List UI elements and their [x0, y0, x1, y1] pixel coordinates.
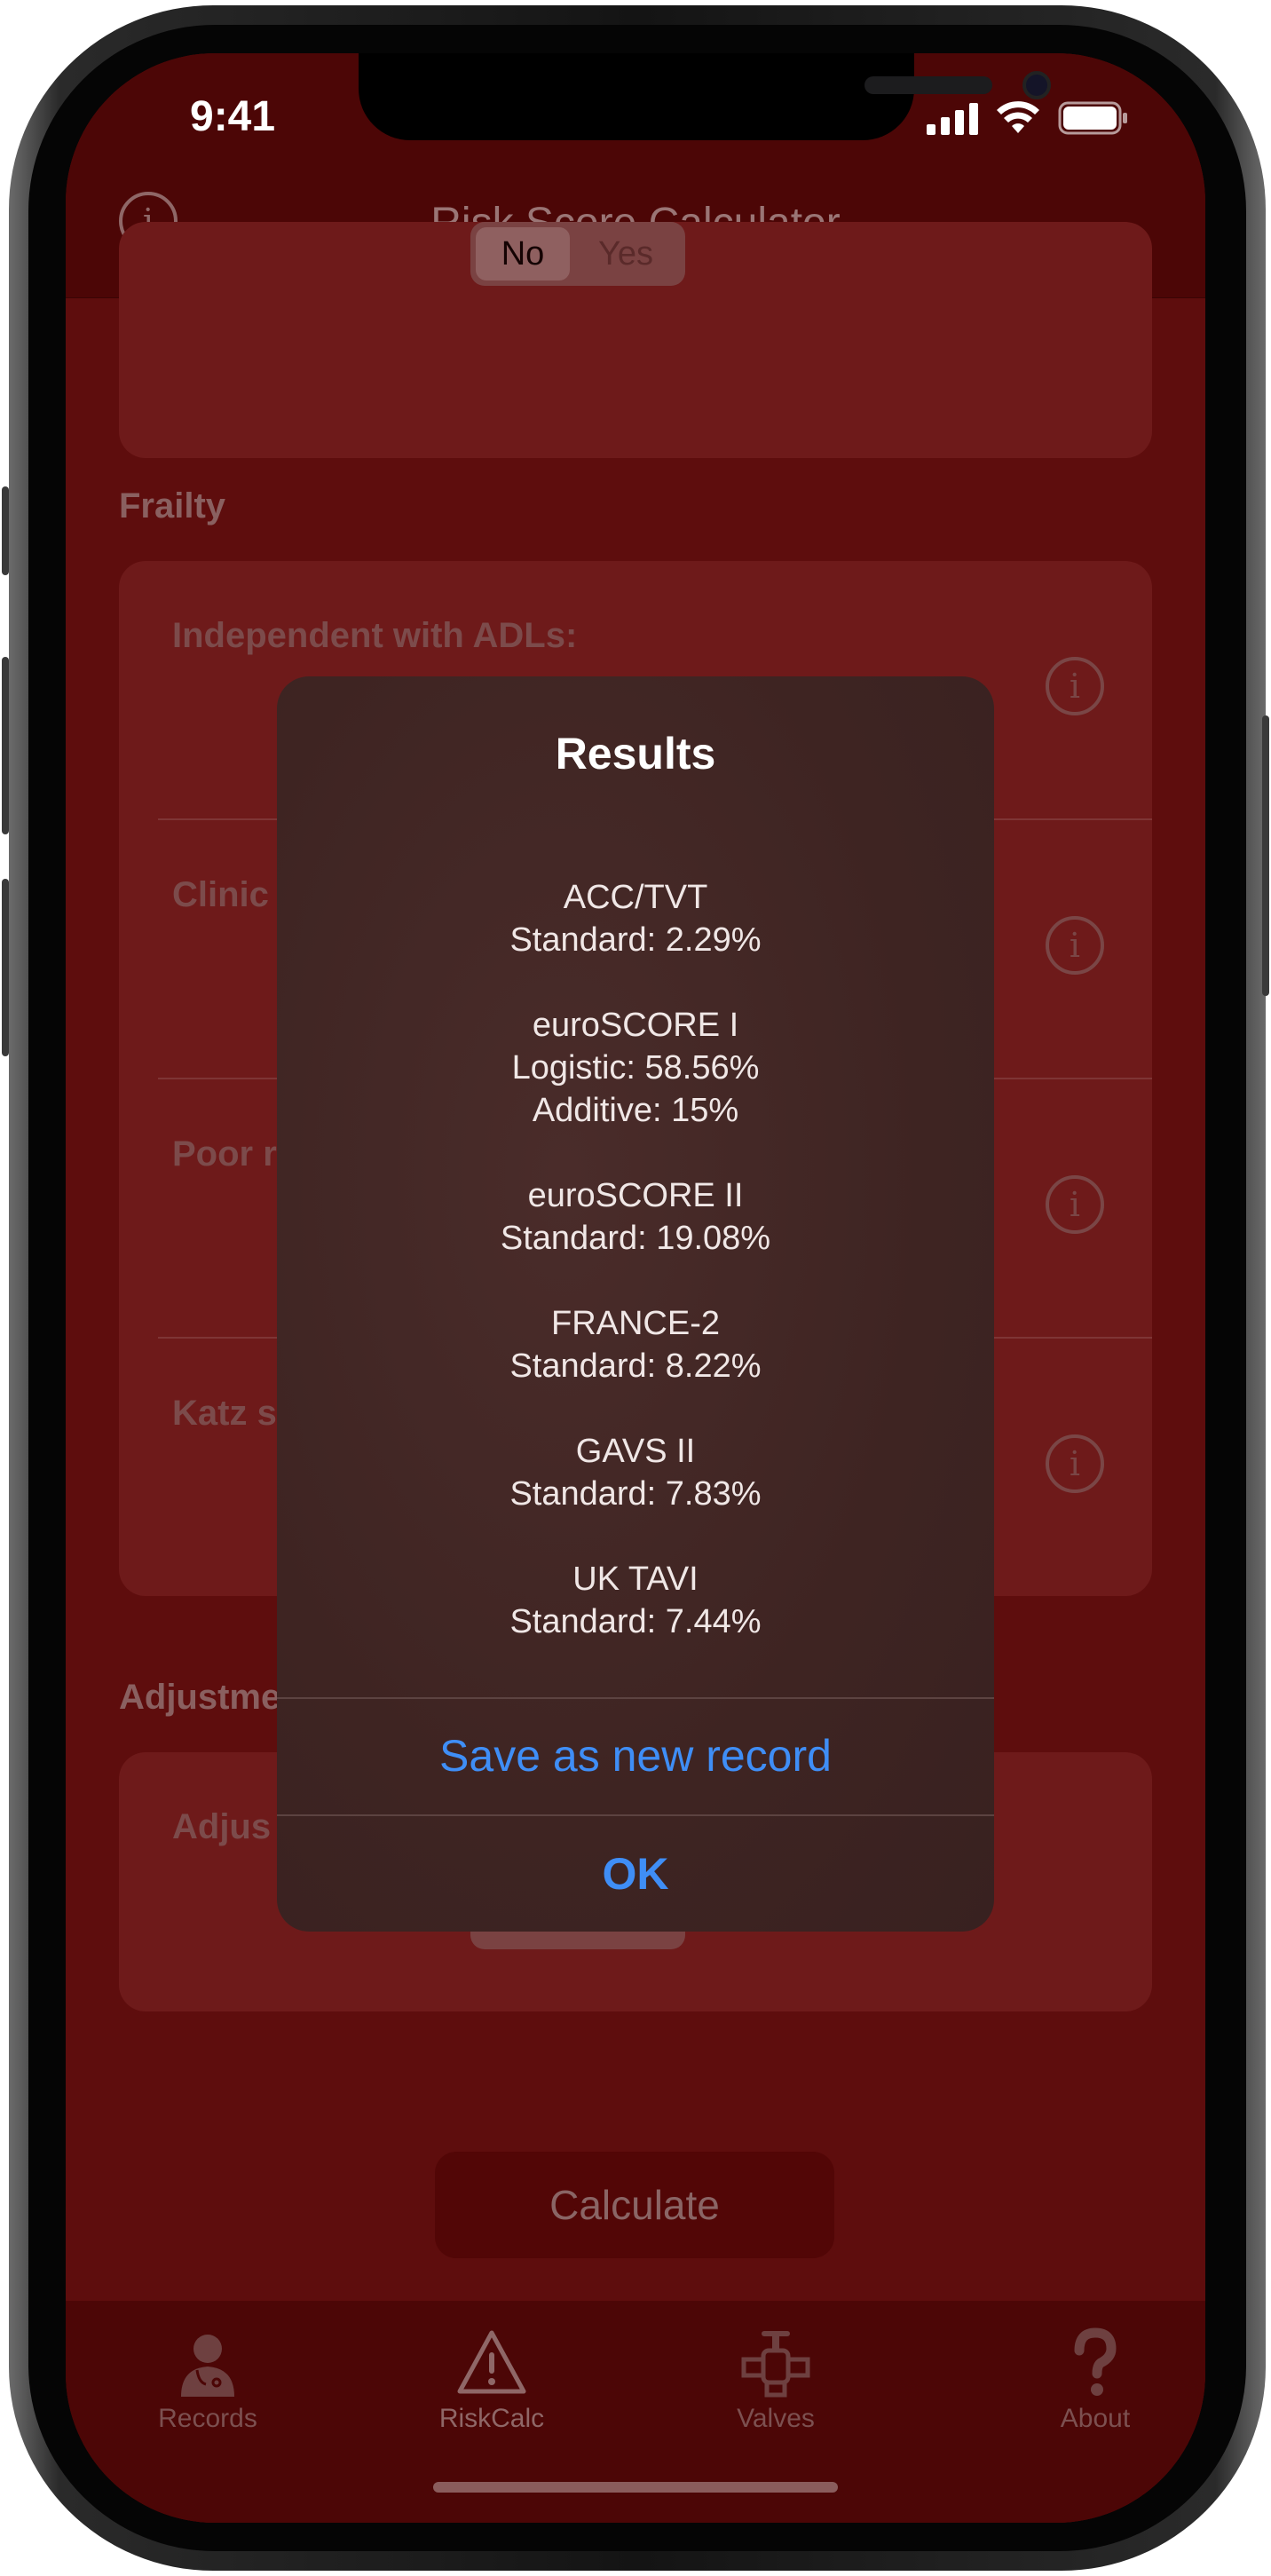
katz-row-label: Katz s — [172, 1394, 277, 1433]
result-name: FRANCE-2 — [550, 1305, 721, 1342]
frailty-header: Frailty — [119, 486, 226, 525]
adl-row-label: Independent with ADLs: — [172, 616, 578, 655]
result-name: euroSCORE II — [527, 1177, 744, 1214]
notch — [359, 53, 1051, 140]
tab-riskcalc[interactable]: RiskCalc — [350, 2301, 634, 2478]
segment-no[interactable]: No — [476, 227, 570, 281]
signal-icon — [927, 103, 980, 135]
result-name: GAVS II — [575, 1433, 696, 1470]
tab-riskcalc-label: RiskCalc — [438, 2404, 545, 2433]
result-value: Standard: 7.44% — [509, 1603, 762, 1640]
battery-icon — [1058, 101, 1127, 135]
result-value: Logistic: 58.56% — [511, 1049, 760, 1087]
tab-valves[interactable]: Valves — [634, 2301, 918, 2478]
result-name: euroSCORE I — [532, 1007, 739, 1044]
poor-row-label: Poor r — [172, 1134, 277, 1173]
result-value: Additive: 15% — [532, 1092, 739, 1129]
segment-yes[interactable]: Yes — [577, 227, 675, 281]
status-time: 9:41 — [190, 93, 276, 140]
info-icon[interactable]: i — [1046, 1175, 1104, 1234]
info-icon[interactable]: i — [1046, 1434, 1104, 1493]
valve-icon — [741, 2331, 810, 2398]
tab-records[interactable]: Records — [66, 2301, 350, 2478]
home-indicator — [433, 2482, 838, 2493]
alert-title: Results — [555, 729, 716, 778]
screen: 9:41 i Risk Score Calculator No — [66, 53, 1205, 2523]
clinical-row-label: Clinic — [172, 875, 269, 914]
tab-about[interactable]: About — [989, 2301, 1202, 2478]
calculate-button[interactable]: Calculate — [435, 2152, 834, 2258]
segmented-control[interactable]: No Yes — [470, 222, 685, 286]
volume-up-button — [2, 657, 9, 834]
question-mark-icon — [1074, 2327, 1117, 2396]
camera — [1022, 71, 1051, 99]
adjustments-header: Adjustme — [119, 1678, 281, 1717]
tab-records-label: Records — [158, 2404, 257, 2433]
result-value: Standard: 19.08% — [500, 1220, 771, 1257]
adjust-row-label: Adjus — [172, 1807, 272, 1846]
result-value: Standard: 7.83% — [509, 1475, 762, 1513]
power-button — [1262, 715, 1269, 996]
result-name: ACC/TVT — [563, 879, 708, 916]
doctor-icon — [181, 2335, 234, 2397]
mute-switch — [2, 486, 9, 575]
save-as-new-record-button[interactable]: Save as new record — [277, 1697, 994, 1814]
warning-triangle-icon — [457, 2330, 526, 2394]
result-value: Standard: 2.29% — [509, 921, 762, 959]
info-icon[interactable]: i — [1046, 916, 1104, 975]
status-bar: 9:41 — [66, 53, 1205, 169]
tab-about-label: About — [1060, 2404, 1131, 2433]
results-alert: Results ACC/TVT Standard: 2.29% euroSCOR… — [277, 676, 994, 1932]
volume-down-button — [2, 879, 9, 1056]
previous-section-card: No Yes — [119, 222, 1152, 458]
result-value: Standard: 8.22% — [509, 1347, 762, 1385]
wifi-icon — [997, 101, 1039, 133]
tab-valves-label: Valves — [737, 2404, 815, 2433]
result-name: UK TAVI — [572, 1561, 699, 1598]
ok-button[interactable]: OK — [277, 1816, 994, 1932]
info-icon[interactable]: i — [1046, 657, 1104, 715]
speaker — [864, 76, 992, 94]
